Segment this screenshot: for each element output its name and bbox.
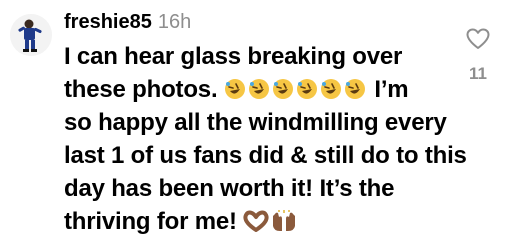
comment-header: freshie85 16h (64, 9, 191, 35)
rofl-emoji-icon (248, 78, 270, 100)
rofl-emoji-icon (296, 78, 318, 100)
raising-hands-icon (271, 210, 297, 232)
timestamp: 16h (157, 11, 192, 33)
like-count: 11 (469, 64, 487, 83)
avatar[interactable] (10, 14, 52, 56)
comment-line-text: thriving for me! (64, 208, 237, 235)
comment-line: day has been worth it! It’s the (64, 175, 395, 202)
heart-outline-icon[interactable] (463, 28, 493, 50)
comment-line: last 1 of us fans did & still do to this (64, 142, 467, 169)
comment-line: I can hear glass breaking over (64, 43, 403, 70)
comment-line-text: I’m (374, 76, 409, 103)
rofl-emoji-icon (344, 78, 366, 100)
rofl-emoji-icon (320, 78, 342, 100)
comment-item: freshie85 16h I can hear glass breaking o… (0, 0, 508, 240)
username[interactable]: freshie85 (64, 11, 152, 33)
comment-line: these photos. I’m (64, 73, 439, 106)
comment-line: so happy all the windmilling every (64, 109, 447, 136)
heart-hands-icon (243, 210, 269, 232)
rofl-emoji-icon (224, 78, 246, 100)
comment-line-text: these photos. (64, 76, 218, 103)
comment-line: thriving for me! (64, 205, 439, 238)
like-section: 11 (463, 28, 493, 84)
avatar-image (10, 14, 52, 56)
rofl-emoji-icon (272, 78, 294, 100)
comment-text: I can hear glass breaking over these pho… (64, 40, 467, 238)
